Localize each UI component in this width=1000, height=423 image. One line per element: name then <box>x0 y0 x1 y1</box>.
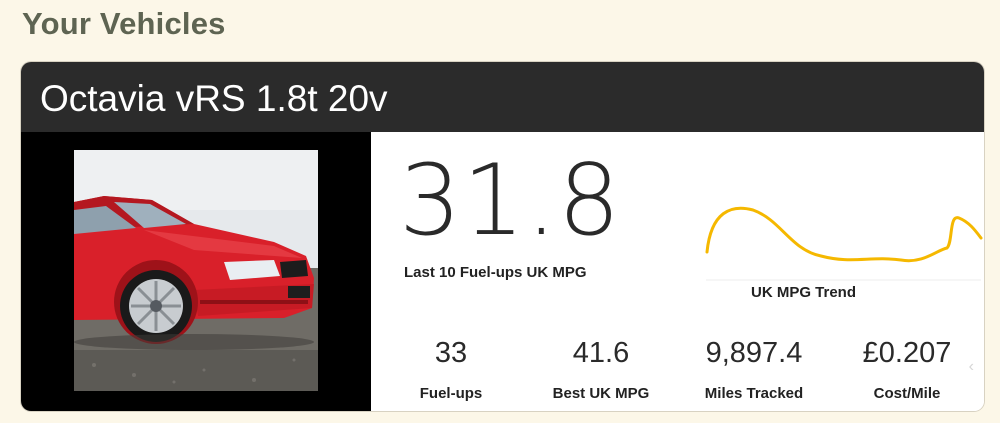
miles-tracked-value: 9,897.4 <box>705 337 803 369</box>
vehicle-card[interactable]: Octavia vRS 1.8t 20v 31.8 Last 10 Fuel-u… <box>21 62 984 411</box>
fuel-ups-label: Fuel-ups <box>419 385 483 402</box>
vehicle-name[interactable]: Octavia vRS 1.8t 20v <box>40 78 388 120</box>
best-mpg-label: Best UK MPG <box>552 385 650 402</box>
stat-miles-tracked: 9,897.4 Miles Tracked <box>689 337 819 403</box>
cost-per-mile-label: Cost/Mile <box>873 385 941 402</box>
best-mpg-value: 41.6 <box>572 337 630 369</box>
stat-cost-per-mile: £0.207 Cost/Mile <box>842 337 972 403</box>
last-10-mpg-value: 31.8 <box>399 144 622 258</box>
vehicle-card-header[interactable]: Octavia vRS 1.8t 20v <box>21 62 984 132</box>
vehicle-photo-panel <box>21 132 371 411</box>
vehicle-photo[interactable] <box>74 150 318 391</box>
miles-tracked-label: Miles Tracked <box>704 385 804 402</box>
mpg-trend-label: UK MPG Trend <box>751 284 857 301</box>
chevron-right-icon[interactable]: ‹ <box>969 358 974 376</box>
stat-best-mpg: 41.6 Best UK MPG <box>536 337 666 403</box>
last-10-mpg-label: Last 10 Fuel-ups UK MPG <box>404 264 587 281</box>
cost-per-mile-value: £0.207 <box>862 337 952 369</box>
fuel-ups-value: 33 <box>434 337 468 369</box>
page-title: Your Vehicles <box>22 6 226 41</box>
stat-fuel-ups: 33 Fuel-ups <box>386 337 516 403</box>
vehicle-stats: 31.8 Last 10 Fuel-ups UK MPG UK MPG Tren… <box>371 132 984 411</box>
trend-line <box>705 206 983 263</box>
mpg-trend-sparkline <box>705 206 983 281</box>
